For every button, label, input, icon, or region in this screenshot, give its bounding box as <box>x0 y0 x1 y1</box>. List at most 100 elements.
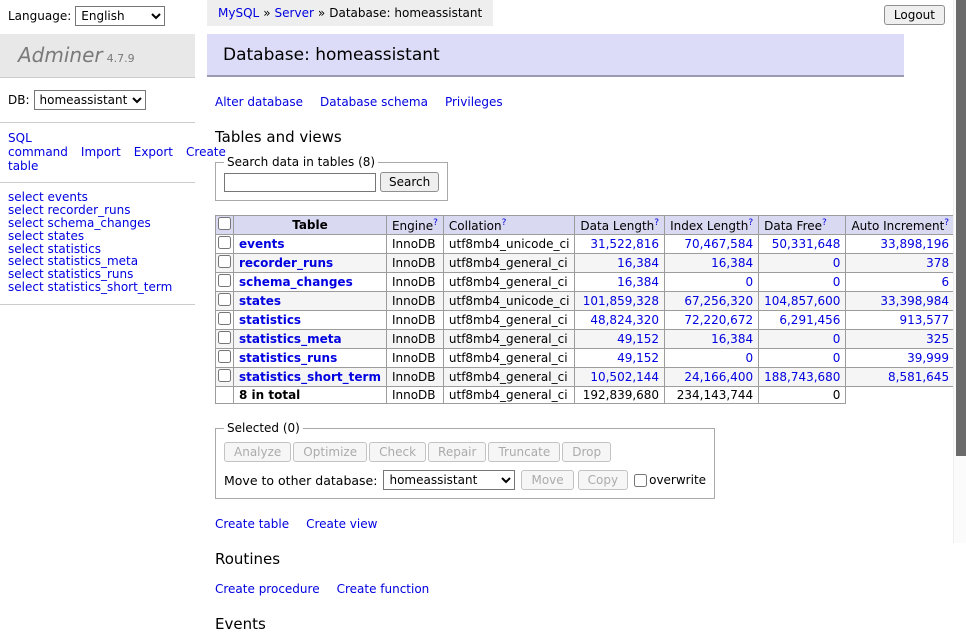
routine-link-create-procedure[interactable]: Create procedure <box>215 582 320 596</box>
engine-cell: InnoDB <box>386 292 443 311</box>
search-button[interactable]: Search <box>380 172 439 192</box>
auto-increment-link[interactable]: 913,577 <box>899 313 949 327</box>
help-link-index-length[interactable]: ? <box>748 218 753 228</box>
data-length-link[interactable]: 16,384 <box>617 256 659 270</box>
row-checkbox-statistics-runs[interactable] <box>218 350 231 363</box>
data-length-link[interactable]: 49,152 <box>617 351 659 365</box>
row-checkbox-recorder-runs[interactable] <box>218 255 231 268</box>
page-title: Database: homeassistant <box>207 34 904 77</box>
collation-cell: utf8mb4_general_ci <box>443 254 575 273</box>
language-select[interactable]: English <box>75 6 165 26</box>
create-links: Create table Create view <box>215 517 904 531</box>
table-link-schema-changes[interactable]: schema_changes <box>239 275 353 289</box>
table-link-statistics-runs[interactable]: statistics_runs <box>239 351 337 365</box>
help-link-data-length[interactable]: ? <box>654 218 659 228</box>
sidebar-link-export[interactable]: Export <box>134 145 173 159</box>
data-free-link[interactable]: 0 <box>833 351 841 365</box>
data-length-link[interactable]: 101,859,328 <box>583 294 659 308</box>
auto-increment-link[interactable]: 33,898,196 <box>880 237 949 251</box>
row-checkbox-statistics-meta[interactable] <box>218 331 231 344</box>
data-free-cell: 104,857,600 <box>759 292 846 311</box>
data-length-cell: 49,152 <box>575 349 665 368</box>
table-link-states[interactable]: states <box>239 294 281 308</box>
auto-increment-link[interactable]: 39,999 <box>907 351 949 365</box>
auto-increment-link[interactable]: 33,398,984 <box>880 294 949 308</box>
data-length-link[interactable]: 49,152 <box>617 332 659 346</box>
table-link-statistics-meta[interactable]: statistics_meta <box>239 332 342 346</box>
row-checkbox-events[interactable] <box>218 236 231 249</box>
data-free-link[interactable]: 0 <box>833 332 841 346</box>
data-free-link[interactable]: 104,857,600 <box>764 294 840 308</box>
sidebar-select-link-select-schema-changes[interactable]: select schema_changes <box>8 217 187 230</box>
sidebar: Language:English Adminer4.7.9 DB:homeass… <box>0 0 195 305</box>
index-length-link[interactable]: 0 <box>745 351 753 365</box>
truncate-button: Truncate <box>488 442 560 462</box>
select-all-checkbox[interactable] <box>218 217 231 230</box>
index-length-link[interactable]: 24,166,400 <box>684 370 753 384</box>
move-database-select[interactable]: homeassistant <box>383 470 515 490</box>
table-link-statistics[interactable]: statistics <box>239 313 301 327</box>
table-link-recorder-runs[interactable]: recorder_runs <box>239 256 333 270</box>
routine-link-create-function[interactable]: Create function <box>337 582 430 596</box>
data-length-cell: 101,859,328 <box>575 292 665 311</box>
collation-cell: utf8mb4_general_ci <box>443 349 575 368</box>
analyze-button: Analyze <box>224 442 291 462</box>
scrollbar-thumb[interactable] <box>956 0 966 456</box>
help-link-collation[interactable]: ? <box>502 218 507 228</box>
index-length-link[interactable]: 67,256,320 <box>684 294 753 308</box>
data-length-link[interactable]: 48,824,320 <box>590 313 659 327</box>
help-link-engine[interactable]: ? <box>433 218 438 228</box>
db-select[interactable]: homeassistant <box>34 90 146 110</box>
row-checkbox-statistics-short-term[interactable] <box>218 369 231 382</box>
create-link-create-table[interactable]: Create table <box>215 517 289 531</box>
auto-increment-link[interactable]: 6 <box>941 275 949 289</box>
move-buttons: MoveCopy <box>521 470 632 490</box>
collation-cell: utf8mb4_general_ci <box>443 368 575 387</box>
help-link-data-free[interactable]: ? <box>822 218 827 228</box>
table-link-events[interactable]: events <box>239 237 285 251</box>
breadcrumb-mysql-link[interactable]: MySQL <box>218 6 259 20</box>
db-link-privileges[interactable]: Privileges <box>445 95 503 109</box>
breadcrumb-server-link[interactable]: Server <box>275 6 314 20</box>
column-header-index-length: Index Length? <box>665 216 759 235</box>
search-input[interactable] <box>224 173 376 192</box>
main-content: MySQL»Server»Database: homeassistant Dat… <box>207 0 904 633</box>
data-length-cell: 31,522,816 <box>575 235 665 254</box>
table-link-statistics-short-term[interactable]: statistics_short_term <box>239 370 381 384</box>
data-length-link[interactable]: 10,502,144 <box>590 370 659 384</box>
help-link-auto-increment[interactable]: ? <box>944 218 949 228</box>
sidebar-select-link-select-states[interactable]: select states <box>8 230 187 243</box>
sidebar-link-sql-command[interactable]: SQL command <box>8 131 68 159</box>
row-checkbox-schema-changes[interactable] <box>218 274 231 287</box>
db-link-alter-database[interactable]: Alter database <box>215 95 303 109</box>
overwrite-checkbox[interactable] <box>634 474 647 487</box>
overwrite-option[interactable]: overwrite <box>634 473 706 487</box>
index-length-link[interactable]: 16,384 <box>711 332 753 346</box>
data-free-link[interactable]: 6,291,456 <box>779 313 840 327</box>
sidebar-link-import[interactable]: Import <box>81 145 121 159</box>
auto-increment-link[interactable]: 8,581,645 <box>888 370 949 384</box>
data-length-link[interactable]: 16,384 <box>617 275 659 289</box>
index-length-link[interactable]: 0 <box>745 275 753 289</box>
create-link-create-view[interactable]: Create view <box>306 517 377 531</box>
db-label: DB: <box>8 93 30 107</box>
index-length-link[interactable]: 70,467,584 <box>684 237 753 251</box>
data-free-link[interactable]: 0 <box>833 275 841 289</box>
row-checkbox-statistics[interactable] <box>218 312 231 325</box>
data-free-link[interactable]: 188,743,680 <box>764 370 840 384</box>
breadcrumb-separator: » <box>263 6 270 20</box>
auto-increment-cell: 6 <box>846 273 955 292</box>
row-checkbox-states[interactable] <box>218 293 231 306</box>
data-free-link[interactable]: 50,331,648 <box>772 237 841 251</box>
index-length-link[interactable]: 16,384 <box>711 256 753 270</box>
auto-increment-link[interactable]: 325 <box>926 332 949 346</box>
db-link-database-schema[interactable]: Database schema <box>320 95 428 109</box>
app-version: 4.7.9 <box>107 52 135 65</box>
vertical-scrollbar[interactable] <box>953 0 966 543</box>
sidebar-select-link-select-statistics-short-term[interactable]: select statistics_short_term <box>8 281 187 294</box>
data-length-link[interactable]: 31,522,816 <box>590 237 659 251</box>
data-free-link[interactable]: 0 <box>833 256 841 270</box>
auto-increment-link[interactable]: 378 <box>926 256 949 270</box>
index-length-link[interactable]: 72,220,672 <box>684 313 753 327</box>
table-name-cell: statistics <box>234 311 387 330</box>
